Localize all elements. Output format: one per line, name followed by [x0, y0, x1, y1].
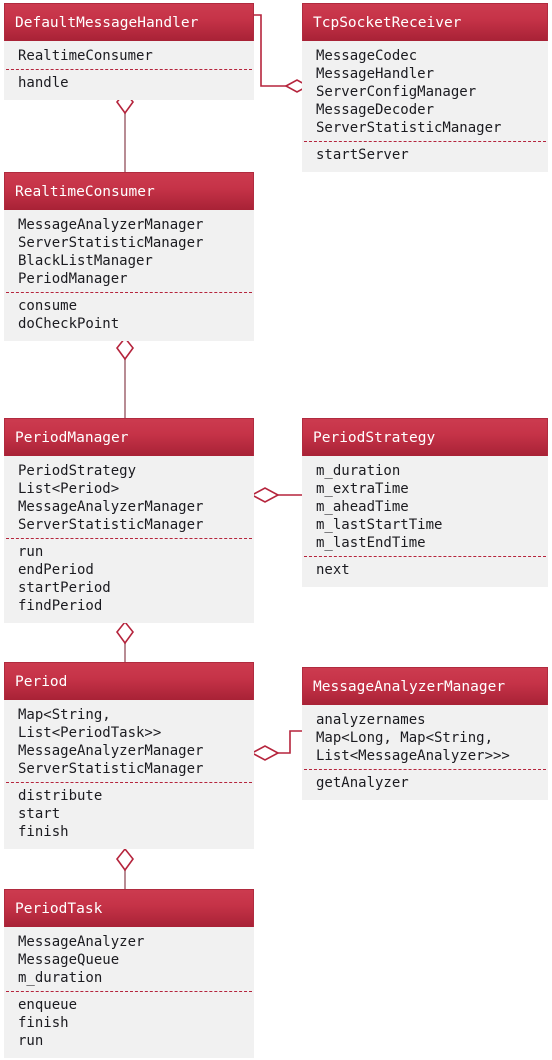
operation-row: run [18, 544, 44, 560]
attribute-row: List<PeriodTask>> [18, 725, 162, 741]
class-box-period-task[interactable]: PeriodTask MessageAnalyzer MessageQueue … [4, 889, 254, 1058]
class-body-period-manager: PeriodStrategy List<Period> MessageAnaly… [4, 456, 254, 623]
attribute-row: ServerStatisticManager [316, 120, 502, 136]
operation-list: startServer [302, 142, 548, 164]
operation-row: endPeriod [18, 562, 94, 578]
class-box-realtime-consumer[interactable]: RealtimeConsumer MessageAnalyzerManager … [4, 172, 254, 341]
class-body-default-message-handler: RealtimeConsumer handle [4, 41, 254, 100]
class-body-period-task: MessageAnalyzer MessageQueue m_duration … [4, 927, 254, 1058]
attribute-row: List<MessageAnalyzer>>> [316, 748, 510, 764]
operation-row: finish [18, 1015, 69, 1031]
attribute-row: ServerConfigManager [316, 84, 477, 100]
class-body-tcp-socket-receiver: MessageCodec MessageHandler ServerConfig… [302, 41, 548, 172]
operation-row: getAnalyzer [316, 775, 409, 791]
class-header-period: Period [4, 662, 254, 700]
attribute-row: List<Period> [18, 481, 120, 497]
attribute-row: m_duration [18, 970, 103, 986]
attribute-row: MessageAnalyzerManager [18, 743, 204, 759]
edge-default-message-handler-to-tcp-socket-receiver [250, 14, 310, 93]
attribute-row: Map<String, [18, 707, 111, 723]
attribute-row: Map<Long, Map<String, [316, 730, 494, 746]
attribute-row: m_duration [316, 463, 401, 479]
attribute-row: MessageAnalyzerManager [18, 217, 204, 233]
uml-diagram-canvas: DefaultMessageHandler RealtimeConsumer h… [0, 0, 552, 1060]
attribute-row: ServerStatisticManager [18, 761, 204, 777]
operation-list: run endPeriod startPeriod findPeriod [4, 539, 254, 615]
class-header-message-analyzer-manager: MessageAnalyzerManager [302, 667, 548, 705]
class-header-period-strategy: PeriodStrategy [302, 418, 548, 456]
operation-row: start [18, 806, 61, 822]
class-box-message-analyzer-manager[interactable]: MessageAnalyzerManager analyzernames Map… [302, 667, 548, 800]
attribute-list: m_duration m_extraTime m_aheadTime m_las… [302, 462, 548, 556]
operation-list: consume doCheckPoint [4, 293, 254, 333]
class-box-period-manager[interactable]: PeriodManager PeriodStrategy List<Period… [4, 418, 254, 623]
operation-list: enqueue finish run [4, 992, 254, 1050]
operation-row: doCheckPoint [18, 316, 120, 332]
attribute-row: ServerStatisticManager [18, 235, 204, 251]
edge-default-message-handler-to-realtime-consumer [115, 90, 135, 172]
class-header-default-message-handler: DefaultMessageHandler [4, 3, 254, 41]
edge-period-to-message-analyzer-manager [250, 730, 302, 761]
class-header-tcp-socket-receiver: TcpSocketReceiver [302, 3, 548, 41]
attribute-row: MessageQueue [18, 952, 120, 968]
class-body-period-strategy: m_duration m_extraTime m_aheadTime m_las… [302, 456, 548, 587]
operation-row: finish [18, 824, 69, 840]
attribute-list: MessageAnalyzer MessageQueue m_duration [4, 933, 254, 991]
attribute-list: MessageCodec MessageHandler ServerConfig… [302, 47, 548, 141]
attribute-list: RealtimeConsumer [4, 47, 254, 69]
operation-list: handle [4, 70, 254, 92]
attribute-row: PeriodStrategy [18, 463, 137, 479]
attribute-row: RealtimeConsumer [18, 48, 153, 64]
attribute-list: PeriodStrategy List<Period> MessageAnaly… [4, 462, 254, 538]
class-body-message-analyzer-manager: analyzernames Map<Long, Map<String, List… [302, 705, 548, 800]
aggregation-diamond-icon [115, 336, 135, 361]
class-box-tcp-socket-receiver[interactable]: TcpSocketReceiver MessageCodec MessageHa… [302, 3, 548, 172]
class-header-realtime-consumer: RealtimeConsumer [4, 172, 254, 210]
edge-period-manager-to-period [115, 620, 135, 662]
operation-list: getAnalyzer [302, 770, 548, 792]
attribute-row: m_extraTime [316, 481, 409, 497]
operation-row: enqueue [18, 997, 78, 1013]
attribute-row: analyzernames [316, 712, 426, 728]
attribute-row: m_lastStartTime [316, 517, 443, 533]
edge-period-to-period-task [115, 847, 135, 889]
operation-row: run [18, 1033, 44, 1049]
attribute-row: MessageHandler [316, 66, 435, 82]
class-box-period-strategy[interactable]: PeriodStrategy m_duration m_extraTime m_… [302, 418, 548, 587]
attribute-row: m_aheadTime [316, 499, 409, 515]
class-box-period[interactable]: Period Map<String, List<PeriodTask>> Mes… [4, 662, 254, 849]
operation-row: next [316, 562, 350, 578]
operation-row: startServer [316, 147, 409, 163]
operation-row: distribute [18, 788, 103, 804]
aggregation-diamond-icon [250, 487, 280, 503]
class-body-realtime-consumer: MessageAnalyzerManager ServerStatisticMa… [4, 210, 254, 341]
attribute-row: MessageAnalyzerManager [18, 499, 204, 515]
attribute-list: MessageAnalyzerManager ServerStatisticMa… [4, 216, 254, 292]
attribute-row: MessageAnalyzer [18, 934, 145, 950]
attribute-row: BlackListManager [18, 253, 153, 269]
class-header-period-manager: PeriodManager [4, 418, 254, 456]
edge-period-manager-to-period-strategy [250, 487, 302, 503]
attribute-row: ServerStatisticManager [18, 517, 204, 533]
aggregation-diamond-icon [250, 745, 280, 761]
aggregation-diamond-icon [115, 847, 135, 872]
class-body-period: Map<String, List<PeriodTask>> MessageAna… [4, 700, 254, 849]
attribute-row: MessageCodec [316, 48, 418, 64]
operation-list: distribute start finish [4, 783, 254, 841]
operation-row: consume [18, 298, 78, 314]
operation-row: startPeriod [18, 580, 111, 596]
operation-row: findPeriod [18, 598, 103, 614]
attribute-row: m_lastEndTime [316, 535, 426, 551]
class-box-default-message-handler[interactable]: DefaultMessageHandler RealtimeConsumer h… [4, 3, 254, 100]
attribute-row: PeriodManager [18, 271, 128, 287]
operation-list: next [302, 557, 548, 579]
operation-row: handle [18, 75, 69, 91]
attribute-list: Map<String, List<PeriodTask>> MessageAna… [4, 706, 254, 782]
attribute-list: analyzernames Map<Long, Map<String, List… [302, 711, 548, 769]
class-header-period-task: PeriodTask [4, 889, 254, 927]
edge-realtime-consumer-to-period-manager [115, 336, 135, 418]
attribute-row: MessageDecoder [316, 102, 435, 118]
aggregation-diamond-icon [115, 620, 135, 645]
